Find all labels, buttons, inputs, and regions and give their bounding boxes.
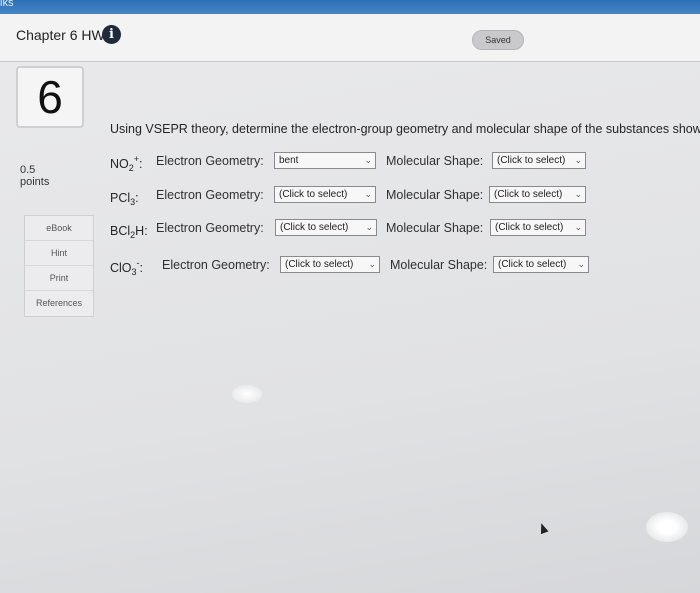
molecular-shape-select[interactable]: (Click to select) ⌄ (493, 256, 589, 273)
electron-geometry-label: Electron Geometry: (156, 188, 264, 202)
screen-glare (646, 512, 688, 542)
chevron-down-icon: ⌄ (574, 222, 582, 232)
assignment-title: Chapter 6 HW (16, 27, 105, 43)
chevron-down-icon: ⌄ (577, 259, 585, 269)
species-label: NO2+: (110, 154, 143, 173)
electron-geometry-label: Electron Geometry: (156, 154, 264, 168)
molecular-shape-label: Molecular Shape: (386, 154, 484, 168)
electron-geometry-label: Electron Geometry: (162, 258, 270, 272)
question-prompt: Using VSEPR theory, determine the electr… (110, 122, 700, 136)
points-label: points (20, 176, 50, 188)
electron-geometry-select[interactable]: (Click to select) ⌄ (280, 256, 380, 273)
resource-links: eBook Hint Print References (24, 215, 94, 317)
info-icon[interactable]: i (102, 25, 121, 44)
species-label: ClO3-: (110, 258, 144, 277)
molecular-shape-label: Molecular Shape: (386, 188, 484, 202)
molecular-shape-select[interactable]: (Click to select) ⌄ (490, 219, 586, 236)
mouse-cursor-icon (537, 521, 549, 535)
question-panel: 6 0.5 points eBook Hint Print References… (0, 62, 700, 593)
chevron-down-icon: ⌄ (574, 189, 582, 199)
chevron-down-icon: ⌄ (365, 222, 373, 232)
row-bcl2h: BCl2H: Electron Geometry: (Click to sele… (110, 219, 590, 241)
row-no2: NO2+: Electron Geometry: bent ⌄ Molecular… (110, 152, 590, 174)
species-label: BCl2H: (110, 224, 148, 240)
question-number: 6 (16, 66, 84, 128)
chevron-down-icon: ⌄ (368, 259, 376, 269)
screen-glare (232, 385, 262, 403)
references-link[interactable]: References (25, 291, 93, 316)
electron-geometry-label: Electron Geometry: (156, 221, 264, 235)
hint-link[interactable]: Hint (25, 241, 93, 266)
assignment-header: Chapter 6 HW i Saved (0, 14, 700, 62)
row-clo3: ClO3-: Electron Geometry: (Click to sele… (110, 256, 594, 278)
molecular-shape-select[interactable]: (Click to select) ⌄ (492, 152, 586, 169)
chevron-down-icon: ⌄ (574, 155, 582, 165)
molecular-shape-label: Molecular Shape: (390, 258, 488, 272)
molecular-shape-select[interactable]: (Click to select) ⌄ (489, 186, 586, 203)
print-link[interactable]: Print (25, 266, 93, 291)
row-pcl3: PCl3: Electron Geometry: (Click to selec… (110, 186, 590, 208)
saved-status-badge: Saved (472, 30, 524, 50)
species-label: PCl3: (110, 191, 139, 207)
chevron-down-icon: ⌄ (364, 189, 372, 199)
points-value: 0.5 (20, 164, 36, 176)
topbar-fragment: iks (0, 0, 14, 9)
electron-geometry-select[interactable]: bent ⌄ (274, 152, 376, 169)
points-info: 0.5 points (20, 164, 49, 188)
electron-geometry-select[interactable]: (Click to select) ⌄ (274, 186, 376, 203)
molecular-shape-label: Molecular Shape: (386, 221, 484, 235)
electron-geometry-select[interactable]: (Click to select) ⌄ (275, 219, 377, 236)
ebook-link[interactable]: eBook (25, 216, 93, 241)
chevron-down-icon: ⌄ (364, 155, 372, 165)
